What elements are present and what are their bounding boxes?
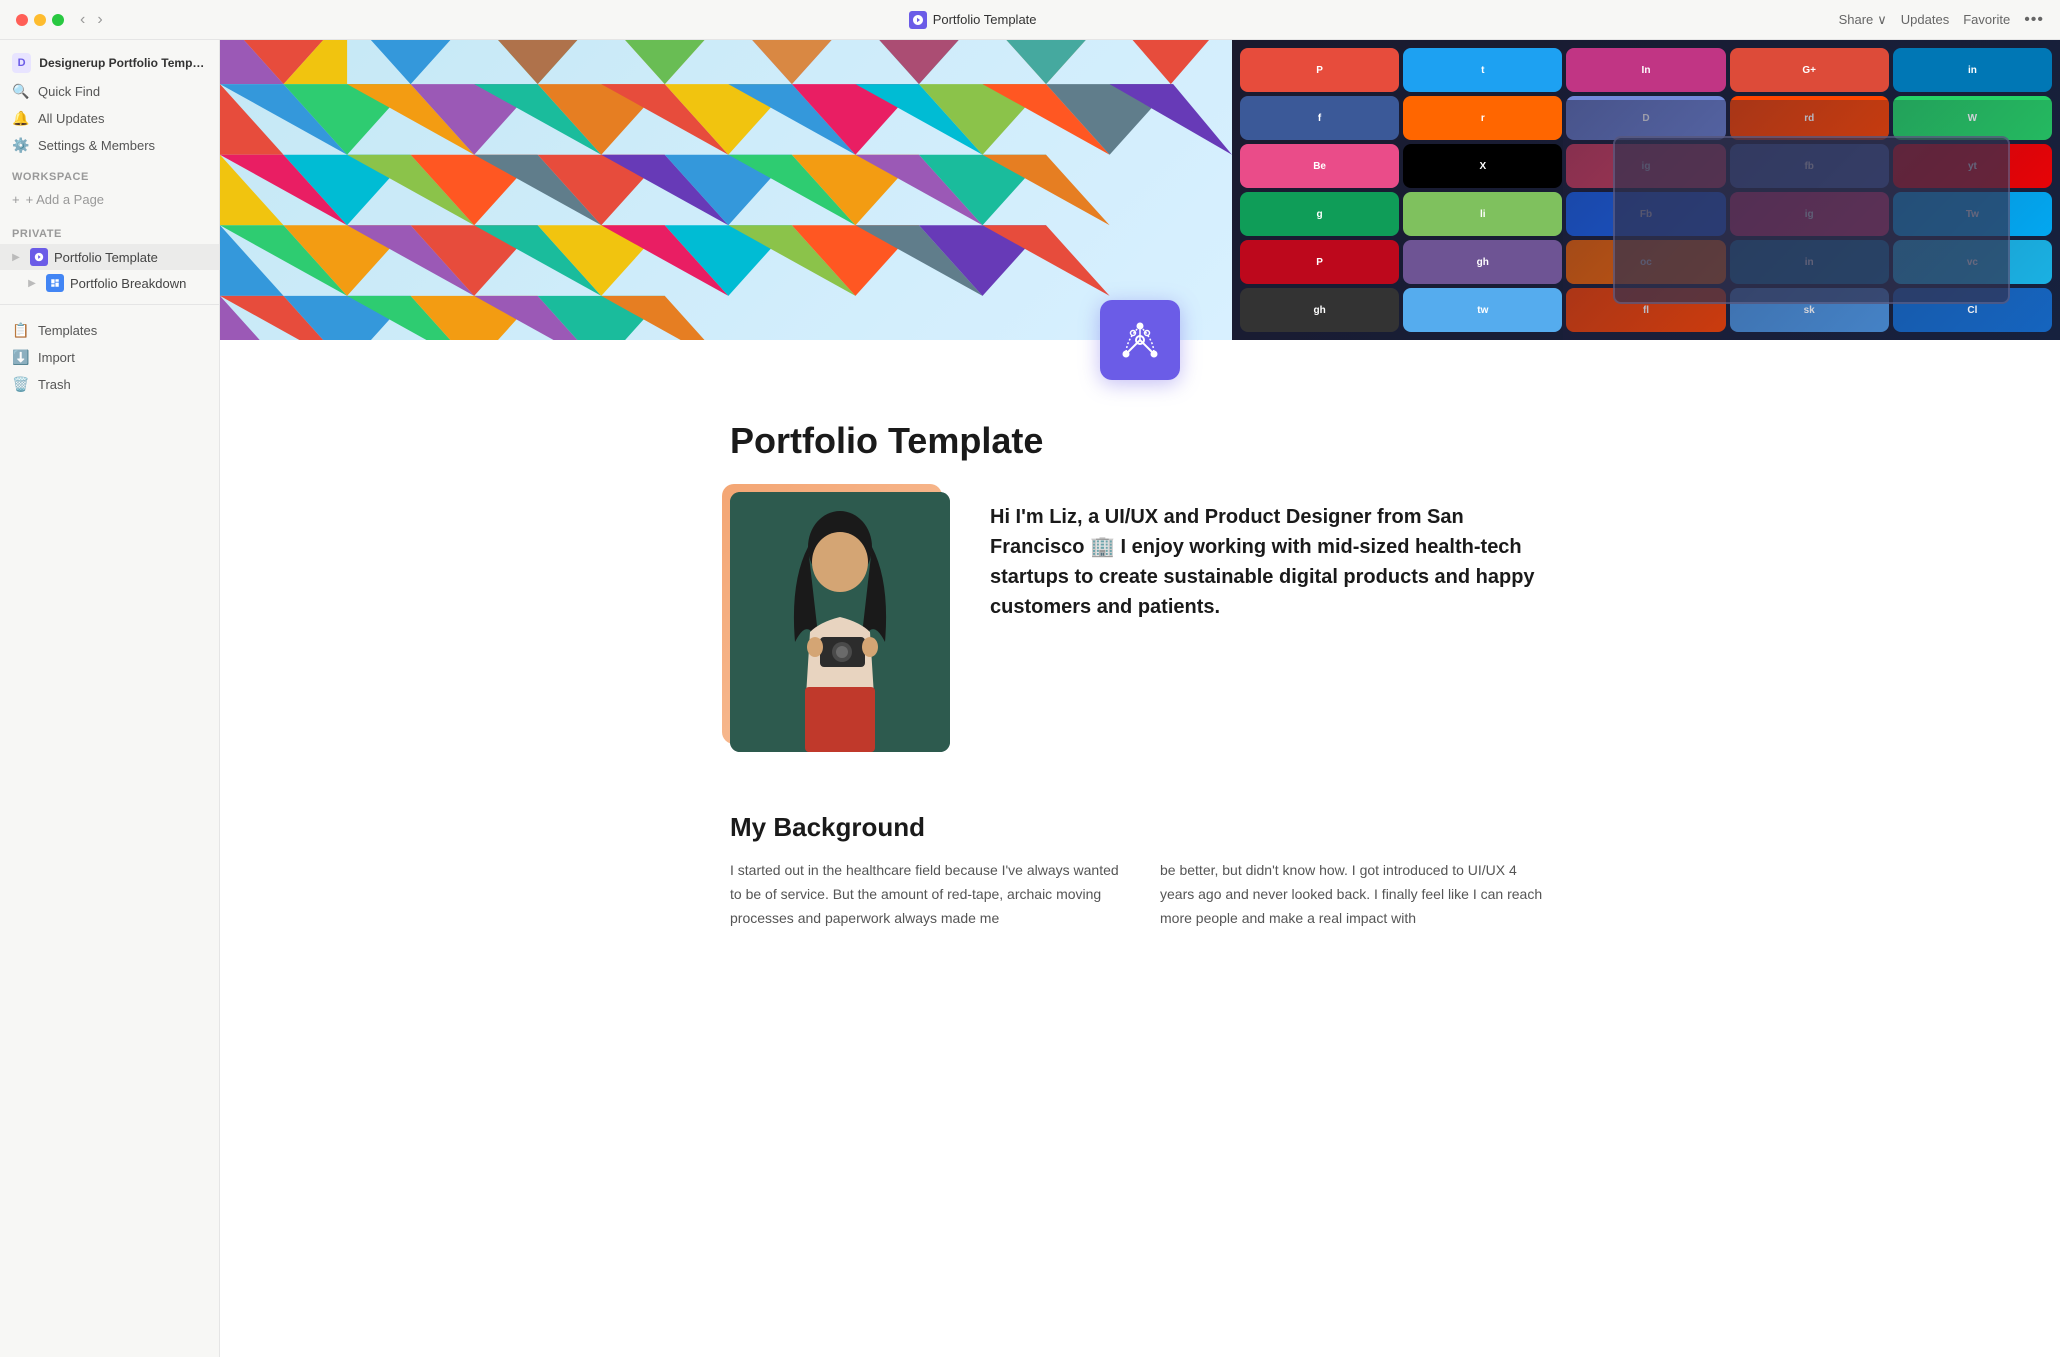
search-icon: 🔍 xyxy=(12,83,30,100)
import-icon: ⬇️ xyxy=(12,349,30,366)
profile-bio: Hi I'm Liz, a UI/UX and Product Designer… xyxy=(990,502,1550,622)
sidebar-nav-quick-find[interactable]: 🔍 Quick Find xyxy=(0,78,219,105)
sidebar-divider xyxy=(0,304,219,305)
background-columns: I started out in the healthcare field be… xyxy=(730,859,1550,930)
portfolio-template-icon xyxy=(30,248,48,266)
social-icon: f xyxy=(1240,96,1399,140)
titlebar-left: ‹ › xyxy=(16,10,107,30)
trash-icon: 🗑️ xyxy=(12,376,30,393)
social-icon: In xyxy=(1566,48,1725,92)
profile-image-container xyxy=(730,492,950,752)
social-icon: t xyxy=(1403,48,1562,92)
background-heading: My Background xyxy=(730,812,1550,843)
private-section-label: PRIVATE xyxy=(0,216,219,244)
titlebar-center: Portfolio Template xyxy=(909,11,1037,29)
hero-background: P t In G+ in f r D rd W Be X ig fb xyxy=(220,40,2060,340)
sidebar-item-import[interactable]: ⬇️ Import xyxy=(0,344,219,371)
add-page-icon: + xyxy=(12,192,20,207)
gear-icon: ⚙️ xyxy=(12,137,30,154)
page-icon-wrapper xyxy=(220,300,2060,380)
expand-icon[interactable]: ▶ xyxy=(8,249,24,265)
maximize-button[interactable] xyxy=(52,14,64,26)
profile-section: Hi I'm Liz, a UI/UX and Product Designer… xyxy=(730,492,1550,752)
profile-figure-svg xyxy=(730,492,950,752)
sidebar-item-templates[interactable]: 📋 Templates xyxy=(0,317,219,344)
page-main-icon[interactable] xyxy=(1100,300,1180,380)
background-col2: be better, but didn't know how. I got in… xyxy=(1160,859,1550,930)
forward-button[interactable]: › xyxy=(93,10,106,30)
window-controls xyxy=(16,14,64,26)
more-options-button[interactable]: ••• xyxy=(2024,11,2044,29)
titlebar-right: Share ∨ Updates Favorite ••• xyxy=(1839,11,2044,29)
app-layout: D Designerup Portfolio Template 🔍 Quick … xyxy=(0,40,2060,1357)
share-button[interactable]: Share ∨ xyxy=(1839,12,1887,28)
social-icon: g xyxy=(1240,192,1399,236)
hero-image: P t In G+ in f r D rd W Be X ig fb xyxy=(220,40,2060,340)
social-icon: r xyxy=(1403,96,1562,140)
portfolio-breakdown-label: Portfolio Breakdown xyxy=(70,276,186,291)
social-icon: G+ xyxy=(1730,48,1889,92)
sidebar-item-portfolio-template[interactable]: ▶ Portfolio Template xyxy=(0,244,219,270)
portfolio-breakdown-icon xyxy=(46,274,64,292)
social-icon: P xyxy=(1240,48,1399,92)
sidebar-item-trash[interactable]: 🗑️ Trash xyxy=(0,371,219,398)
minimize-button[interactable] xyxy=(34,14,46,26)
workspace-name: Designerup Portfolio Template xyxy=(39,56,207,70)
import-label: Import xyxy=(38,350,75,365)
design-tool-icon xyxy=(1118,318,1162,362)
updates-button[interactable]: Updates xyxy=(1901,12,1949,27)
social-icon: li xyxy=(1403,192,1562,236)
titlebar-title: Portfolio Template xyxy=(933,12,1037,27)
templates-label: Templates xyxy=(38,323,97,338)
laptop-screen xyxy=(1613,136,2010,304)
nav-arrows: ‹ › xyxy=(76,10,107,30)
social-icon: Be xyxy=(1240,144,1399,188)
favorite-button[interactable]: Favorite xyxy=(1963,12,2010,27)
social-icon: gh xyxy=(1403,240,1562,284)
hero-right-panel: P t In G+ in f r D rd W Be X ig fb xyxy=(1232,40,2060,340)
bell-icon: 🔔 xyxy=(12,110,30,127)
expand-icon-breakdown[interactable]: ▶ xyxy=(24,275,40,291)
sidebar-bottom-items: 📋 Templates ⬇️ Import 🗑️ Trash xyxy=(0,317,219,398)
profile-text: Hi I'm Liz, a UI/UX and Product Designer… xyxy=(990,492,1550,622)
sidebar-nav-settings[interactable]: ⚙️ Settings & Members xyxy=(0,132,219,159)
quick-find-label: Quick Find xyxy=(38,84,100,99)
hero-left-panel xyxy=(220,40,1232,340)
profile-image xyxy=(730,492,950,752)
social-icon: X xyxy=(1403,144,1562,188)
workspace-section-label: WORKSPACE xyxy=(0,159,219,187)
sidebar-nav-all-updates[interactable]: 🔔 All Updates xyxy=(0,105,219,132)
titlebar: ‹ › Portfolio Template Share ∨ Updates F… xyxy=(0,0,2060,40)
social-icon: P xyxy=(1240,240,1399,284)
trash-label: Trash xyxy=(38,377,71,392)
page-title: Portfolio Template xyxy=(730,420,1550,462)
sidebar-workspace-item[interactable]: D Designerup Portfolio Template xyxy=(0,48,219,78)
settings-label: Settings & Members xyxy=(38,138,155,153)
ellipsis-icon: ••• xyxy=(2024,11,2044,29)
background-col1: I started out in the healthcare field be… xyxy=(730,859,1120,930)
background-section: My Background I started out in the healt… xyxy=(730,812,1550,930)
page-icon-small xyxy=(909,11,927,29)
sidebar: D Designerup Portfolio Template 🔍 Quick … xyxy=(0,40,220,1357)
back-button[interactable]: ‹ xyxy=(76,10,89,30)
main-content: P t In G+ in f r D rd W Be X ig fb xyxy=(220,40,2060,1357)
sidebar-item-portfolio-breakdown[interactable]: ▶ Portfolio Breakdown xyxy=(0,270,219,296)
close-button[interactable] xyxy=(16,14,28,26)
add-page-label: + Add a Page xyxy=(26,192,104,207)
all-updates-label: All Updates xyxy=(38,111,104,126)
templates-icon: 📋 xyxy=(12,322,30,339)
add-page-item[interactable]: + + Add a Page xyxy=(0,187,219,212)
content-body: Portfolio Template xyxy=(690,380,1590,990)
share-chevron-icon: ∨ xyxy=(1877,12,1887,28)
workspace-logo: D xyxy=(12,53,31,73)
social-icon: in xyxy=(1893,48,2052,92)
portfolio-template-label: Portfolio Template xyxy=(54,250,158,265)
